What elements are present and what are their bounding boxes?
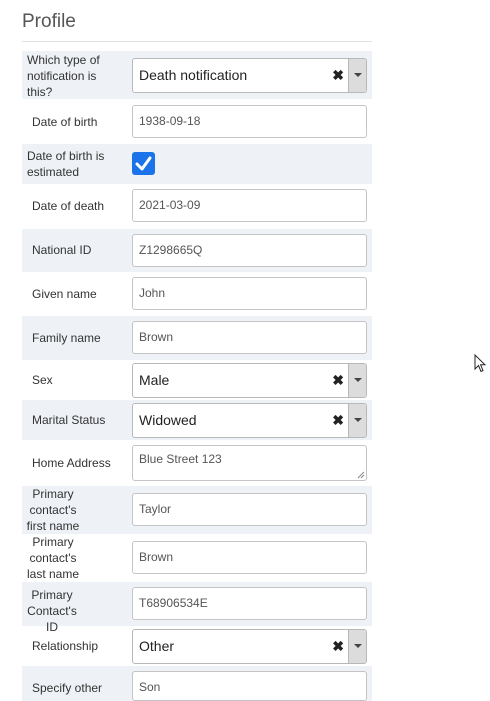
home-address-label: Home Address bbox=[32, 456, 111, 470]
form-row-date-of-death: Date of death 2021-03-09 bbox=[22, 184, 372, 229]
chevron-down-icon[interactable] bbox=[348, 630, 366, 663]
sex-value: Male bbox=[139, 372, 170, 388]
form-row-primary-last-name: Primary contact's last name Brown bbox=[22, 534, 372, 582]
date-of-birth-input[interactable]: 1938-09-18 bbox=[132, 105, 367, 138]
title-divider bbox=[22, 41, 372, 42]
form-row-home-address: Home Address Blue Street 123 bbox=[22, 440, 372, 486]
family-name-label: Family name bbox=[32, 331, 101, 345]
home-address-value: Blue Street 123 bbox=[139, 452, 222, 466]
chevron-down-icon[interactable] bbox=[348, 364, 366, 397]
marital-status-label: Marital Status bbox=[32, 413, 106, 427]
form-row-dob-estimated: Date of birth is estimated bbox=[22, 144, 372, 184]
sex-select[interactable]: Male ✖ bbox=[132, 363, 367, 398]
form-row-relationship: Relationship Other ✖ bbox=[22, 626, 372, 666]
chevron-down-icon[interactable] bbox=[348, 59, 366, 92]
date-of-death-label: Date of death bbox=[32, 199, 105, 213]
form-row-national-id: National ID Z1298665Q bbox=[22, 229, 372, 272]
primary-last-name-label: Primary contact's last name bbox=[26, 535, 80, 581]
clear-icon[interactable]: ✖ bbox=[332, 59, 344, 92]
marital-status-select[interactable]: Widowed ✖ bbox=[132, 403, 367, 438]
dob-estimated-checkbox[interactable] bbox=[132, 152, 155, 175]
national-id-label: National ID bbox=[32, 243, 92, 257]
sex-label: Sex bbox=[32, 373, 53, 387]
relationship-value: Other bbox=[139, 638, 175, 654]
notification-type-label: Which type of notification is this? bbox=[27, 53, 100, 99]
mouse-pointer-icon bbox=[474, 354, 486, 373]
clear-icon[interactable]: ✖ bbox=[332, 630, 344, 663]
specify-other-label: Specify other bbox=[32, 681, 103, 695]
form-row-date-of-birth: Date of birth 1938-09-18 bbox=[22, 99, 372, 144]
primary-id-input[interactable]: T68906534E bbox=[132, 587, 367, 620]
clear-icon[interactable]: ✖ bbox=[332, 364, 344, 397]
primary-last-name-input[interactable]: Brown bbox=[132, 541, 367, 574]
form-row-sex: Sex Male ✖ bbox=[22, 360, 372, 400]
given-name-input[interactable]: John bbox=[132, 277, 367, 310]
family-name-input[interactable]: Brown bbox=[132, 321, 367, 354]
date-of-birth-label: Date of birth bbox=[32, 115, 98, 129]
primary-first-name-input[interactable]: Taylor bbox=[132, 493, 367, 526]
form-row-primary-id: Primary Contact's ID T68906534E bbox=[22, 582, 372, 634]
form-row-marital-status: Marital Status Widowed ✖ bbox=[22, 400, 372, 440]
notification-type-value: Death notification bbox=[139, 67, 248, 83]
form-row-family-name: Family name Brown bbox=[22, 316, 372, 360]
marital-status-value: Widowed bbox=[139, 412, 197, 428]
form-row-primary-first-name: Primary contact's first name Taylor bbox=[22, 486, 372, 534]
page-title: Profile bbox=[22, 11, 76, 32]
form-row-specify-other: Specify other Son bbox=[22, 666, 372, 701]
notification-type-select[interactable]: Death notification ✖ bbox=[132, 58, 367, 93]
relationship-select[interactable]: Other ✖ bbox=[132, 629, 367, 664]
form-row-notification-type: Which type of notification is this? Deat… bbox=[22, 51, 372, 99]
clear-icon[interactable]: ✖ bbox=[332, 404, 344, 437]
specify-other-input[interactable]: Son bbox=[132, 671, 367, 701]
form-row-given-name: Given name John bbox=[22, 272, 372, 316]
dob-estimated-label: Date of birth is estimated bbox=[27, 149, 105, 179]
home-address-textarea[interactable]: Blue Street 123 bbox=[132, 445, 367, 481]
given-name-label: Given name bbox=[32, 287, 97, 301]
resize-handle-icon[interactable] bbox=[357, 471, 365, 479]
check-icon bbox=[135, 156, 152, 171]
date-of-death-input[interactable]: 2021-03-09 bbox=[132, 189, 367, 222]
relationship-label: Relationship bbox=[32, 639, 99, 653]
national-id-input[interactable]: Z1298665Q bbox=[132, 234, 367, 267]
chevron-down-icon[interactable] bbox=[348, 404, 366, 437]
primary-first-name-label: Primary contact's first name bbox=[26, 487, 80, 533]
